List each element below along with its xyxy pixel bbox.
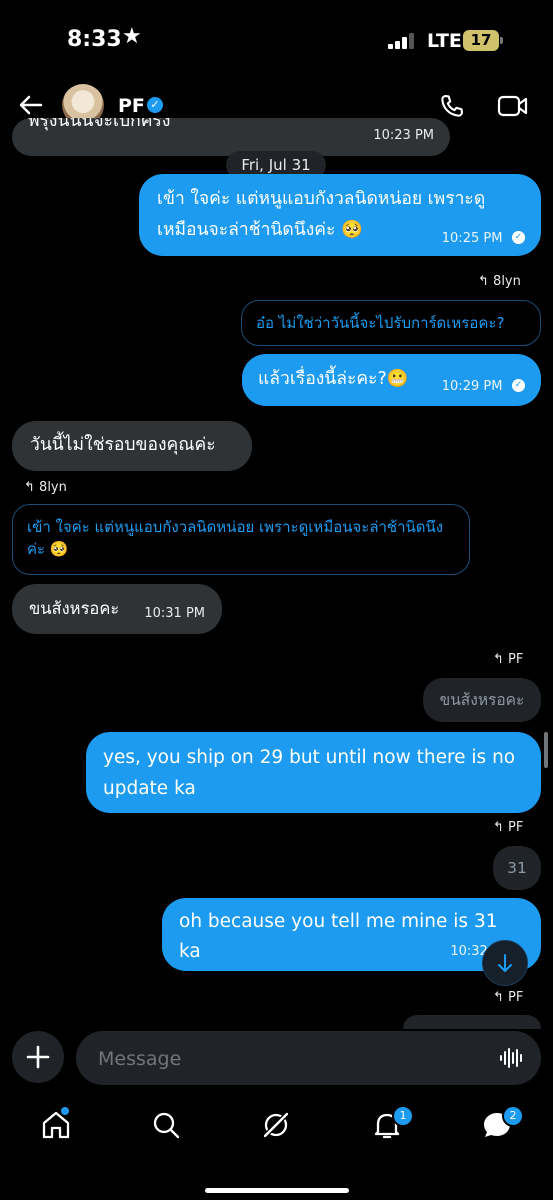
message-input[interactable] <box>96 1031 480 1087</box>
quoted-text: อ๋อ ไม่ใช่ว่าวันนี้จะไปรับการ์ดเหรอคะ? <box>256 314 505 332</box>
status-bar: 8:33 ★ LTE 17 <box>0 0 553 80</box>
back-button[interactable] <box>16 90 46 120</box>
quoted-message[interactable]: 31 <box>493 846 541 890</box>
contact-name[interactable]: PF <box>118 95 145 117</box>
reply-indicator: ↰ PF <box>493 652 523 667</box>
notifications-badge: 1 <box>392 1105 414 1127</box>
reply-arrow-icon: ↰ <box>478 274 489 289</box>
audio-waveform-icon[interactable] <box>499 1047 523 1069</box>
network-type: LTE <box>427 30 462 52</box>
reply-indicator: ↰ PF <box>493 990 523 1005</box>
message-timestamp: 10:25 PM <box>441 231 503 246</box>
reply-to-name: 8lyn <box>493 274 521 289</box>
nav-home[interactable] <box>39 1107 73 1142</box>
message-meta: 10:29 PM ✓ <box>442 377 525 395</box>
quoted-message[interactable]: ขนส้งหรอคะ <box>423 678 541 722</box>
reply-indicator: ↰ 8lyn <box>478 274 521 289</box>
nav-search[interactable] <box>149 1108 183 1142</box>
message-bubble-outgoing[interactable]: แล้วเรื่องนี้ล่ะคะ?😬 10:29 PM ✓ <box>242 354 541 406</box>
reply-to-name: 8lyn <box>39 480 67 495</box>
reply-arrow-icon: ↰ <box>493 990 504 1005</box>
status-time: 8:33 <box>67 27 122 52</box>
messages-badge: 2 <box>502 1105 524 1127</box>
nav-notifications[interactable]: 1 <box>370 1105 414 1142</box>
message-bubble-outgoing[interactable]: เข้า ใจค่ะ แต่หนูแอบกังวลนิดหน่อย เพราะด… <box>139 174 541 256</box>
arrow-down-icon <box>498 954 512 972</box>
video-call-button[interactable] <box>496 92 530 120</box>
message-text: ขนส้งหรอคะ <box>29 599 120 618</box>
signal-strength-icon <box>388 33 418 49</box>
call-button[interactable] <box>438 92 466 120</box>
reply-to-name: PF <box>508 652 524 667</box>
quoted-message[interactable] <box>403 1015 541 1029</box>
message-text: เข้า ใจค่ะ แต่หนูแอบกังวลนิดหน่อย เพราะด… <box>157 189 486 240</box>
grok-icon <box>263 1112 289 1138</box>
home-indicator <box>205 1188 349 1193</box>
message-timestamp: 10:31 PM <box>144 606 205 621</box>
battery-cap <box>500 37 503 44</box>
message-bubble-incoming[interactable]: วันนี้ไม่ใช่รอบของคุณค่ะ <box>12 421 252 471</box>
nav-grok[interactable] <box>259 1108 293 1142</box>
nav-messages[interactable]: 2 <box>480 1105 524 1142</box>
reply-arrow-icon: ↰ <box>493 820 504 835</box>
reply-to-name: PF <box>508 990 524 1005</box>
read-receipt-icon: ✓ <box>512 230 525 244</box>
message-bubble-incoming[interactable]: ขนส้งหรอคะ 10:31 PM <box>12 584 222 634</box>
quoted-message[interactable]: เข้า ใจค่ะ แต่หนูแอบกังวลนิดหน่อย เพราะด… <box>12 504 470 575</box>
battery-level: 17 <box>463 30 499 51</box>
video-camera-icon <box>497 95 528 117</box>
home-notification-dot <box>61 1107 69 1115</box>
message-composer <box>76 1031 541 1087</box>
add-attachment-button[interactable] <box>12 1031 64 1083</box>
message-text: yes, you ship on 29 but until now there … <box>103 747 516 799</box>
reply-indicator: ↰ PF <box>493 820 523 835</box>
reply-to-name: PF <box>508 820 524 835</box>
search-icon <box>153 1112 180 1139</box>
phone-icon <box>441 95 463 117</box>
reply-indicator: ↰ 8lyn <box>24 480 67 495</box>
message-bubble-incoming[interactable]: พรุ่งนี้นั้นจะเบิกครั้ง 10:23 PM <box>12 118 450 156</box>
message-text: แล้วเรื่องนี้ล่ะคะ?😬 <box>258 369 409 389</box>
star-icon: ★ <box>122 24 142 49</box>
quoted-text: เข้า ใจค่ะ แต่หนูแอบกังวลนิดหน่อย เพราะด… <box>27 518 444 558</box>
arrow-left-icon <box>19 95 43 115</box>
quoted-text: 31 <box>507 859 527 877</box>
message-bubble-outgoing[interactable]: yes, you ship on 29 but until now there … <box>86 732 541 813</box>
quoted-text: ขนส้งหรอคะ <box>439 691 525 709</box>
reply-arrow-icon: ↰ <box>493 652 504 667</box>
message-meta: 10:25 PM ✓ <box>442 229 525 247</box>
plus-icon <box>26 1045 50 1069</box>
reply-arrow-icon: ↰ <box>24 480 35 495</box>
read-receipt-icon: ✓ <box>512 378 525 392</box>
message-timestamp: 10:23 PM <box>373 128 434 143</box>
message-timestamp: 10:29 PM <box>441 379 503 394</box>
scrollbar[interactable] <box>544 732 548 768</box>
verified-badge-icon: ✓ <box>147 97 163 113</box>
message-text: พรุ่งนี้นั้นจะเบิกครั้ง <box>28 118 171 131</box>
scroll-to-bottom-button[interactable] <box>482 940 528 986</box>
quoted-message[interactable]: อ๋อ ไม่ใช่ว่าวันนี้จะไปรับการ์ดเหรอคะ? <box>241 300 541 346</box>
message-text: วันนี้ไม่ใช่รอบของคุณค่ะ <box>30 435 216 455</box>
